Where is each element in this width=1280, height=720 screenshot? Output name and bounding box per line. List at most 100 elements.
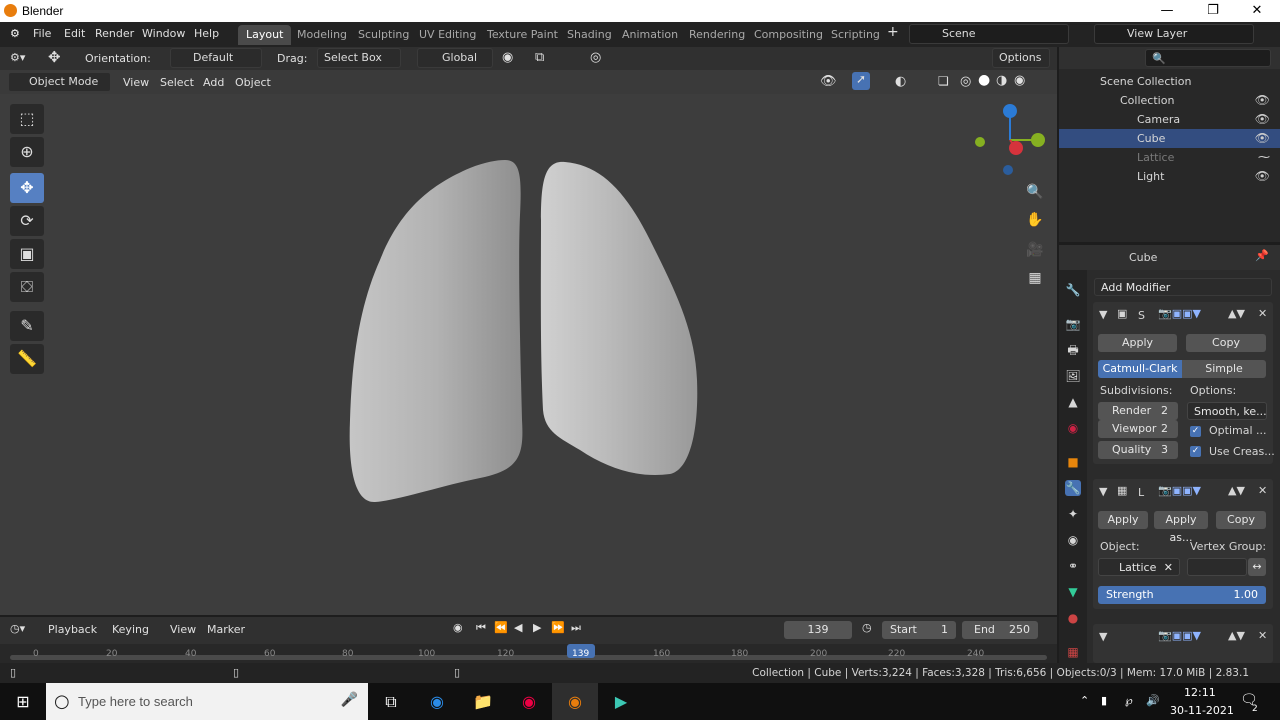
- grid-view-icon[interactable]: ▦: [1023, 266, 1047, 290]
- invert-icon[interactable]: ↔: [1248, 558, 1266, 576]
- outliner-cube[interactable]: Cube 👁: [1059, 129, 1280, 148]
- record-icon[interactable]: ◉: [453, 621, 463, 634]
- outliner-lattice[interactable]: Lattice ⁓: [1059, 148, 1280, 167]
- current-frame-field[interactable]: 139: [784, 621, 852, 639]
- output-tab-icon[interactable]: 🖶: [1065, 342, 1081, 358]
- use-crease-checkbox[interactable]: ✓: [1190, 446, 1201, 457]
- collapse-icon[interactable]: ▼: [1099, 308, 1107, 321]
- taskbar-search-box[interactable]: ○ Type here to search 🎤: [46, 683, 368, 720]
- maximize-icon[interactable]: ❐: [1190, 0, 1236, 22]
- navigation-gizmo[interactable]: [970, 100, 1050, 180]
- taskbar-time[interactable]: 12:11: [1184, 686, 1216, 699]
- file-explorer-icon[interactable]: 📁: [460, 683, 506, 720]
- move-up-down-icon[interactable]: ▲▼: [1228, 484, 1245, 497]
- collapse-icon[interactable]: ▼: [1099, 485, 1107, 498]
- microphone-icon[interactable]: 🎤: [341, 692, 358, 708]
- task-view-icon[interactable]: ⧉: [368, 683, 414, 720]
- outliner-search-input[interactable]: 🔍: [1145, 49, 1271, 67]
- pin-icon[interactable]: 📌: [1255, 249, 1269, 262]
- quality-field[interactable]: Quality 3: [1098, 441, 1178, 459]
- mesh-object[interactable]: [0, 0, 1057, 615]
- gizmo-y-axis[interactable]: [1031, 133, 1045, 147]
- outliner-light[interactable]: Light 👁: [1059, 167, 1280, 186]
- viewport-levels-field[interactable]: Viewpor 2: [1098, 420, 1178, 438]
- simple-button[interactable]: Simple: [1182, 360, 1266, 378]
- outliner-scene-collection[interactable]: Scene Collection: [1059, 72, 1280, 91]
- gizmo-neg-z[interactable]: [1003, 165, 1013, 175]
- data-tab-icon[interactable]: ▼: [1065, 584, 1081, 600]
- outliner-camera[interactable]: Camera 👁: [1059, 110, 1280, 129]
- eye-icon[interactable]: 👁: [1255, 112, 1270, 126]
- play-icon[interactable]: ▶: [533, 621, 541, 634]
- prev-key-icon[interactable]: ⏪: [494, 621, 508, 634]
- lattice-apply-button[interactable]: Apply: [1098, 511, 1148, 529]
- outliner-collection[interactable]: Collection 👁: [1059, 91, 1280, 110]
- eye-icon[interactable]: 👁: [1255, 131, 1270, 145]
- remove-modifier-icon[interactable]: ✕: [1258, 629, 1267, 642]
- collapse-icon[interactable]: ▼: [1099, 630, 1107, 643]
- gizmo-neg-y[interactable]: [975, 137, 985, 147]
- view-layer-selector[interactable]: View Layer: [1094, 24, 1254, 44]
- windows-start-icon[interactable]: ⊞: [0, 683, 46, 720]
- battery-icon[interactable]: ▮: [1101, 694, 1107, 707]
- subsurf-apply-button[interactable]: Apply: [1098, 334, 1177, 352]
- tool-tab-icon[interactable]: 🔧: [1065, 282, 1081, 298]
- next-key-icon[interactable]: ⏩: [551, 621, 565, 634]
- view-layer-tab-icon[interactable]: 🖼: [1065, 368, 1081, 384]
- close-icon[interactable]: ✕: [1234, 0, 1280, 22]
- physics-tab-icon[interactable]: ◉: [1065, 532, 1081, 548]
- start-frame-field[interactable]: Start 1: [882, 621, 956, 639]
- move-up-down-icon[interactable]: ▲▼: [1228, 629, 1245, 642]
- wifi-icon[interactable]: ℘: [1125, 694, 1133, 707]
- display-toggles-icon[interactable]: 📷▣▣▼: [1158, 629, 1201, 642]
- world-tab-icon[interactable]: ◉: [1065, 420, 1081, 436]
- tray-chevron-icon[interactable]: ⌃: [1080, 694, 1089, 707]
- move-up-down-icon[interactable]: ▲▼: [1228, 307, 1245, 320]
- object-tab-icon[interactable]: ■: [1065, 454, 1081, 470]
- eye-hidden-icon[interactable]: ⁓: [1258, 150, 1270, 164]
- subsurf-name[interactable]: S: [1138, 309, 1145, 322]
- catmull-clark-button[interactable]: Catmull-Clark: [1098, 360, 1182, 378]
- lattice-object-field[interactable]: Lattice ✕: [1098, 558, 1180, 576]
- render-levels-field[interactable]: Render 2: [1098, 402, 1178, 420]
- clear-icon[interactable]: ✕: [1164, 561, 1173, 574]
- end-frame-field[interactable]: End 250: [962, 621, 1038, 639]
- zoom-icon[interactable]: 🔍: [1023, 180, 1047, 204]
- blender-taskbar-icon[interactable]: ◉: [552, 683, 598, 720]
- lattice-mod-name[interactable]: L: [1138, 486, 1144, 499]
- strength-slider[interactable]: Strength 1.00: [1098, 586, 1266, 604]
- volume-icon[interactable]: 🔊: [1146, 694, 1160, 707]
- texture-tab-icon[interactable]: ▦: [1065, 644, 1081, 660]
- clock-icon[interactable]: ◷: [862, 621, 872, 634]
- jump-start-icon[interactable]: ⏮: [476, 621, 486, 635]
- editor-type-icon[interactable]: ◷▾: [10, 622, 25, 635]
- lattice-copy-button[interactable]: Copy: [1216, 511, 1266, 529]
- remove-modifier-icon[interactable]: ✕: [1258, 484, 1267, 497]
- timeline-menu-keying[interactable]: Keying: [112, 623, 149, 636]
- pan-hand-icon[interactable]: ✋: [1023, 208, 1047, 232]
- constraints-tab-icon[interactable]: ⚭: [1065, 558, 1081, 574]
- taskbar-date[interactable]: 30-11-2021: [1170, 704, 1234, 717]
- optimal-checkbox[interactable]: ✓: [1190, 426, 1201, 437]
- gizmo-x-axis[interactable]: [1009, 141, 1023, 155]
- timeline-menu-marker[interactable]: Marker: [207, 623, 245, 636]
- play-reverse-icon[interactable]: ◀: [514, 621, 522, 634]
- gizmo-z-axis[interactable]: [1003, 104, 1017, 118]
- remove-modifier-icon[interactable]: ✕: [1258, 307, 1267, 320]
- app-taskbar-icon[interactable]: ▶: [598, 683, 644, 720]
- chrome-icon[interactable]: ◉: [506, 683, 552, 720]
- minimize-icon[interactable]: —: [1144, 0, 1190, 22]
- timeline-menu-view[interactable]: View: [170, 623, 196, 636]
- eye-icon[interactable]: 👁: [1255, 93, 1270, 107]
- vertex-group-field[interactable]: [1187, 558, 1247, 576]
- camera-view-icon[interactable]: 🎥: [1023, 238, 1047, 262]
- modifier-tab-icon[interactable]: 🔧: [1065, 480, 1081, 496]
- particles-tab-icon[interactable]: ✦: [1065, 506, 1081, 522]
- lattice-apply-as-button[interactable]: Apply as...: [1154, 511, 1208, 544]
- eye-icon[interactable]: 👁: [1255, 169, 1270, 183]
- timeline-menu-playback[interactable]: Playback: [48, 623, 97, 636]
- display-toggles-icon[interactable]: 📷▣▣▼: [1158, 307, 1201, 320]
- smooth-dropdown[interactable]: Smooth, ke...: [1187, 402, 1267, 420]
- render-tab-icon[interactable]: 📷: [1065, 316, 1081, 332]
- scene-tab-icon[interactable]: ▲: [1065, 394, 1081, 410]
